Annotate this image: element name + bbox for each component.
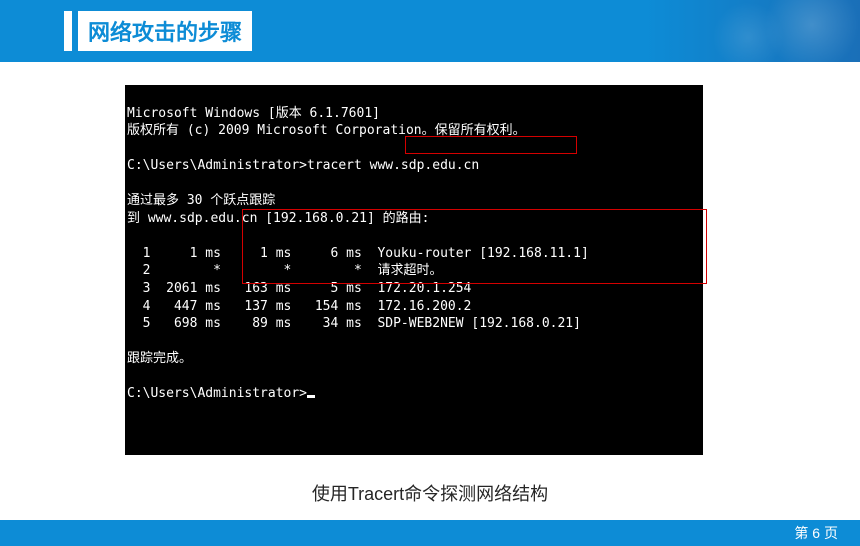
- term-prompt-2: C:\Users\Administrator>: [127, 386, 307, 401]
- term-trace-done: 跟踪完成。: [127, 351, 192, 366]
- terminal-screenshot: Microsoft Windows [版本 6.1.7601] 版权所有 (c)…: [125, 85, 703, 455]
- term-line-version: Microsoft Windows [版本 6.1.7601]: [127, 106, 380, 121]
- slide-title: 网络攻击的步骤: [88, 20, 242, 45]
- highlight-box-hops: [242, 209, 707, 284]
- term-trace-msg1: 通过最多 30 个跃点跟踪: [127, 193, 275, 208]
- slide-caption: 使用Tracert命令探测网络结构: [0, 480, 860, 506]
- page-number: 第 6 页: [794, 523, 838, 543]
- slide-footer: 第 6 页: [0, 520, 860, 546]
- cursor-icon: [307, 395, 315, 398]
- highlight-box-command: [405, 136, 577, 154]
- term-command: tracert www.sdp.edu.cn: [307, 158, 479, 173]
- title-block: 网络攻击的步骤: [72, 11, 252, 51]
- term-prompt: C:\Users\Administrator>: [127, 158, 307, 173]
- slide-header: 网络攻击的步骤: [0, 0, 860, 62]
- header-decor: [700, 0, 860, 62]
